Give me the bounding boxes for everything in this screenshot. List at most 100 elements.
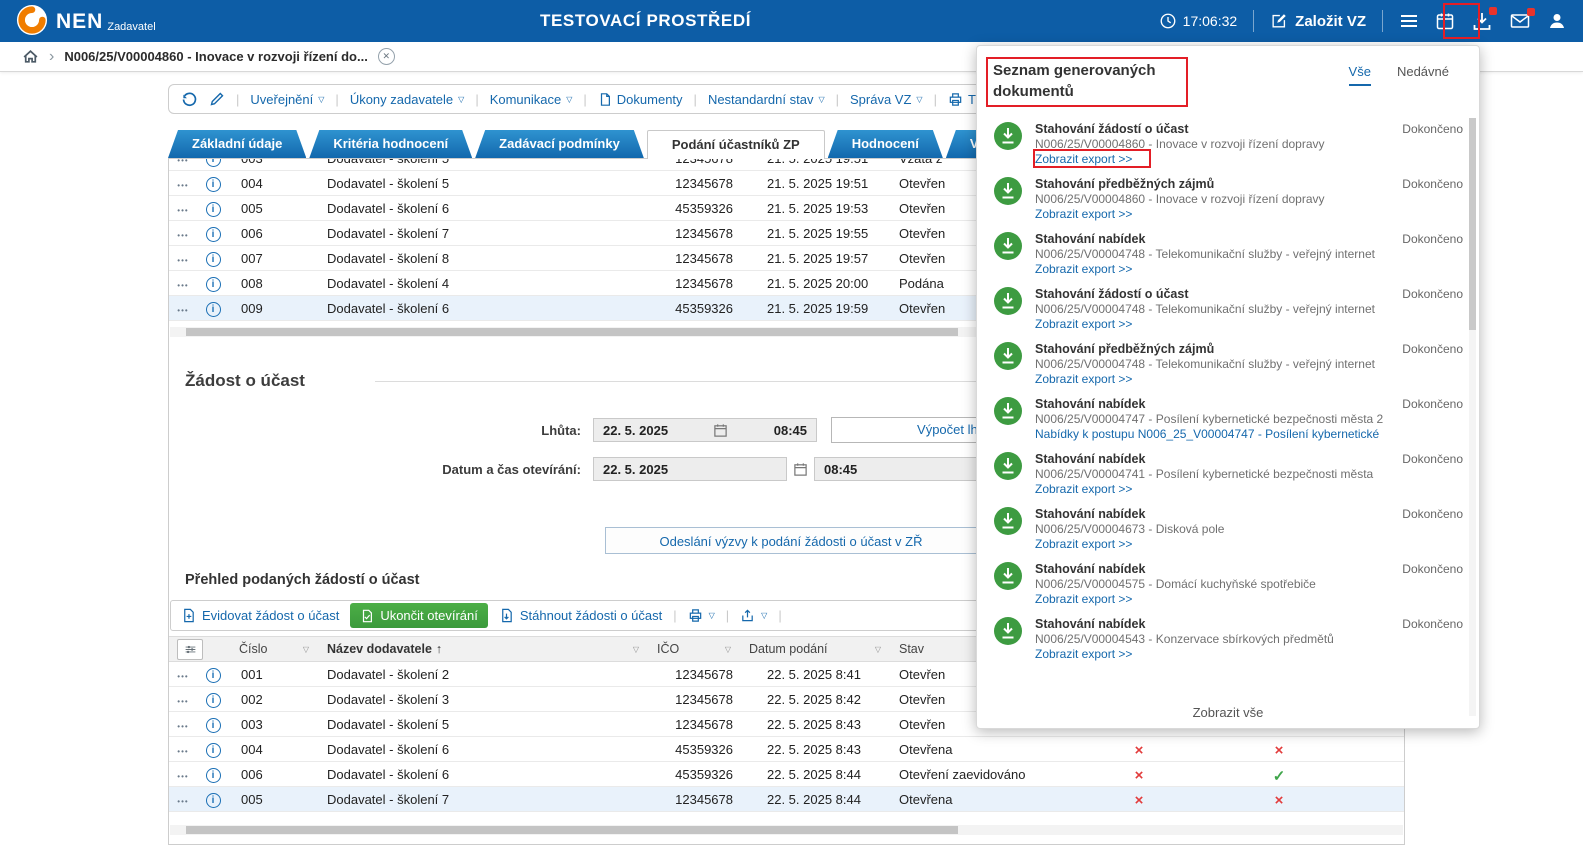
app-logo[interactable]: NEN Zadavatel xyxy=(0,4,156,38)
show-export-link[interactable]: Zobrazit export >> xyxy=(1035,372,1383,387)
document-list-item[interactable]: Stahování žádostí o účast N006/25/V00004… xyxy=(993,116,1463,171)
info-icon[interactable]: i xyxy=(206,202,221,217)
document-list-item[interactable]: Stahování předběžných zájmů N006/25/V000… xyxy=(993,336,1463,391)
table-settings-button[interactable] xyxy=(177,639,203,660)
document-list-item[interactable]: Stahování nabídek N006/25/V00004673 - Di… xyxy=(993,501,1463,556)
messages-button[interactable] xyxy=(1509,11,1531,31)
breadcrumb-current[interactable]: N006/25/V00004860 - Inovace v rozvoji ří… xyxy=(64,49,367,64)
info-icon[interactable]: i xyxy=(206,668,221,683)
info-icon[interactable]: i xyxy=(206,793,221,808)
table-row[interactable]: ••• i 005 Dodavatel - školení 7 12345678… xyxy=(169,787,1404,812)
row-menu-icon[interactable]: ••• xyxy=(177,672,188,681)
show-export-link[interactable]: Zobrazit export >> xyxy=(1035,647,1383,662)
profile-button[interactable] xyxy=(1547,11,1567,31)
document-list-item[interactable]: Stahování nabídek N006/25/V00004748 - Te… xyxy=(993,226,1463,281)
horizontal-scrollbar[interactable] xyxy=(170,825,1403,835)
show-export-link[interactable]: Zobrazit export >> xyxy=(1035,262,1383,277)
close-record-icon[interactable]: ✕ xyxy=(378,48,395,65)
menu-button[interactable] xyxy=(1399,11,1419,31)
create-vz-button[interactable]: Založit VZ xyxy=(1270,12,1366,30)
filter-icon[interactable]: ▽ xyxy=(875,645,881,654)
print-menu-button[interactable]: ▽ xyxy=(688,608,715,623)
table-row[interactable]: ••• i 006 Dodavatel - školení 6 45359326… xyxy=(169,762,1404,787)
table-row[interactable]: ••• i 004 Dodavatel - školení 6 45359326… xyxy=(169,737,1404,762)
menu-vz-admin[interactable]: Správa VZ▽ xyxy=(850,92,923,107)
row-menu-icon[interactable]: ••• xyxy=(177,722,188,731)
document-list-item[interactable]: Stahování žádostí o účast N006/25/V00004… xyxy=(993,281,1463,336)
info-icon[interactable]: i xyxy=(206,252,221,267)
show-export-link[interactable]: Zobrazit export >> xyxy=(1035,207,1383,222)
document-list-item[interactable]: Stahování nabídek N006/25/V00004575 - Do… xyxy=(993,556,1463,611)
row-menu-icon[interactable]: ••• xyxy=(177,181,188,190)
opening-date-field[interactable]: 22. 5. 2025 xyxy=(593,457,787,481)
row-menu-icon[interactable]: ••• xyxy=(177,772,188,781)
export-menu-button[interactable]: ▽ xyxy=(740,608,767,623)
scrollbar-thumb[interactable] xyxy=(186,826,958,834)
scrollbar-thumb[interactable] xyxy=(186,328,958,336)
finish-opening-button[interactable]: Ukončit otevírání xyxy=(350,603,488,628)
send-invitation-button[interactable]: Odeslání výzvy k podání žádosti o účast … xyxy=(605,527,977,554)
deadline-field[interactable]: 22. 5. 2025 08:45 xyxy=(593,418,817,442)
popup-tab-all[interactable]: Vše xyxy=(1349,64,1371,86)
register-request-button[interactable]: Evidovat žádost o účast xyxy=(181,608,339,623)
show-export-link[interactable]: Zobrazit export >> xyxy=(1035,317,1383,332)
scrollbar-thumb[interactable] xyxy=(1469,118,1476,330)
document-list-item[interactable]: Stahování nabídek N006/25/V00004741 - Po… xyxy=(993,446,1463,501)
info-icon[interactable]: i xyxy=(206,743,221,758)
popup-scrollbar[interactable] xyxy=(1469,118,1476,716)
info-icon[interactable]: i xyxy=(206,177,221,192)
row-menu-icon[interactable]: ••• xyxy=(177,797,188,806)
menu-communication[interactable]: Komunikace▽ xyxy=(490,92,573,107)
calendar-button[interactable] xyxy=(1435,11,1455,31)
filter-icon[interactable]: ▽ xyxy=(725,645,731,654)
tab[interactable]: Kritéria hodnocení xyxy=(309,130,472,158)
show-export-link[interactable]: Zobrazit export >> xyxy=(1035,152,1383,167)
calendar-icon[interactable] xyxy=(713,423,728,438)
show-export-link[interactable]: Zobrazit export >> xyxy=(1035,482,1383,497)
menu-documents[interactable]: Dokumenty xyxy=(598,92,683,107)
opening-time-field[interactable]: 08:45 xyxy=(814,457,984,481)
filter-icon[interactable]: ▽ xyxy=(633,645,639,654)
info-icon[interactable]: i xyxy=(206,693,221,708)
header-cislo[interactable]: Číslo▽ xyxy=(229,642,317,656)
show-export-link[interactable]: Nabídky k postupu N006_25_V00004747 - Po… xyxy=(1035,427,1383,442)
calendar-icon[interactable] xyxy=(793,462,808,477)
show-all-link[interactable]: Zobrazit vše xyxy=(977,705,1479,720)
filter-icon[interactable]: ▽ xyxy=(303,645,309,654)
document-list-item[interactable]: Stahování předběžných zájmů N006/25/V000… xyxy=(993,171,1463,226)
generated-documents-button[interactable] xyxy=(1471,10,1493,32)
header-datum-podani[interactable]: Datum podání▽ xyxy=(739,642,889,656)
document-list-item[interactable]: Stahování nabídek N006/25/V00004543 - Ko… xyxy=(993,611,1463,666)
tab[interactable]: Zadávací podmínky xyxy=(475,130,644,158)
history-button[interactable] xyxy=(181,91,198,108)
home-icon[interactable] xyxy=(22,48,39,65)
header-ico[interactable]: IČO▽ xyxy=(647,642,739,656)
menu-publish[interactable]: Uveřejnění▽ xyxy=(250,92,324,107)
show-export-link[interactable]: Zobrazit export >> xyxy=(1035,537,1383,552)
show-export-link[interactable]: Zobrazit export >> xyxy=(1035,592,1383,607)
edit-button[interactable] xyxy=(209,91,225,107)
download-requests-button[interactable]: Stáhnout žádosti o účast xyxy=(499,608,662,623)
row-menu-icon[interactable]: ••• xyxy=(177,159,188,165)
tab[interactable]: Podání účastníků ZP xyxy=(647,130,825,159)
row-menu-icon[interactable]: ••• xyxy=(177,306,188,315)
tab[interactable]: Hodnocení xyxy=(828,130,943,158)
row-menu-icon[interactable]: ••• xyxy=(177,697,188,706)
menu-nonstandard-state[interactable]: Nestandardní stav▽ xyxy=(708,92,825,107)
header-nazev[interactable]: Název dodavatele↑ ▽ xyxy=(317,642,647,656)
info-icon[interactable]: i xyxy=(206,718,221,733)
popup-tab-recent[interactable]: Nedávné xyxy=(1397,64,1449,86)
info-icon[interactable]: i xyxy=(206,277,221,292)
info-icon[interactable]: i xyxy=(206,159,221,167)
document-list-item[interactable]: Stahování nabídek N006/25/V00004747 - Po… xyxy=(993,391,1463,446)
row-menu-icon[interactable]: ••• xyxy=(177,747,188,756)
info-icon[interactable]: i xyxy=(206,768,221,783)
row-menu-icon[interactable]: ••• xyxy=(177,206,188,215)
tab[interactable]: Základní údaje xyxy=(168,130,306,158)
menu-contracting-actions[interactable]: Úkony zadavatele▽ xyxy=(350,92,465,107)
row-menu-icon[interactable]: ••• xyxy=(177,256,188,265)
info-icon[interactable]: i xyxy=(206,227,221,242)
info-icon[interactable]: i xyxy=(206,302,221,317)
row-menu-icon[interactable]: ••• xyxy=(177,281,188,290)
row-menu-icon[interactable]: ••• xyxy=(177,231,188,240)
